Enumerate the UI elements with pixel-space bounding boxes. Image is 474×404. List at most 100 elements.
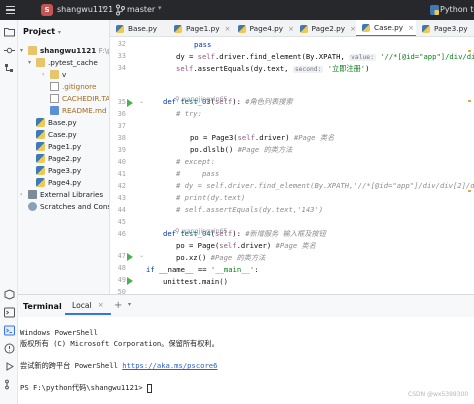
file-icon: [50, 93, 59, 103]
code-line: # self.assertEquals(dy.text,'143'): [176, 205, 324, 214]
editor-gutter: 32 33 34 35 ⌄ 36 37 38 39 40 41 42 43 44…: [110, 37, 146, 296]
branch-switcher[interactable]: master: [127, 5, 155, 14]
more-icon[interactable]: [3, 68, 15, 80]
line-number: 36: [117, 110, 126, 118]
tree-item-cachedir[interactable]: CACHEDIR.TA: [50, 92, 109, 104]
python-file-icon: [362, 23, 370, 32]
folder-icon: [28, 45, 37, 55]
python-file-icon: [36, 129, 45, 139]
tab-page1-py[interactable]: Page1.py ×: [168, 20, 232, 36]
close-icon[interactable]: ×: [98, 301, 104, 309]
branch-icon: [116, 4, 125, 16]
tab-page3-py[interactable]: Page3.py: [416, 20, 474, 36]
main-menu-icon[interactable]: [6, 4, 16, 16]
code-line: unittest.main(): [163, 277, 228, 286]
file-icon: [50, 81, 59, 91]
terminal-icon[interactable]: [3, 324, 15, 336]
python-file-icon: [174, 24, 182, 33]
commit-icon[interactable]: [3, 44, 15, 56]
project-panel-title[interactable]: Project ▾: [23, 27, 61, 36]
line-number: 33: [117, 52, 126, 60]
tree-item-page3-py[interactable]: Page3.py: [36, 164, 81, 176]
code-line: self.assertEquals(dy.text, second: '立即注册…: [176, 64, 370, 73]
tree-item-scratches[interactable]: Scratches and Cons: [28, 200, 109, 212]
tree-item-v[interactable]: › v: [42, 68, 66, 80]
problems-icon[interactable]: [3, 342, 15, 354]
tree-item-page1-py[interactable]: Page1.py: [36, 140, 81, 152]
tree-item-project-root[interactable]: ▾ shangwu1121 F:\py: [20, 44, 109, 56]
parameter-hint: value:: [349, 54, 376, 61]
terminal-header: Terminal Local × + ▾: [18, 295, 474, 317]
editor-tab-bar: Base.py Page1.py × Page4.py × Page2.py × Ca…: [110, 20, 474, 37]
code-line: # except:: [176, 157, 215, 166]
python-file-icon: [36, 177, 45, 187]
folder-icon[interactable]: [3, 26, 15, 38]
chevron-down-icon[interactable]: ▾: [102, 4, 106, 12]
tree-item-page2-py[interactable]: Page2.py: [36, 152, 81, 164]
tool-window-strip: [0, 20, 18, 404]
line-number: 42: [117, 182, 126, 190]
project-badge[interactable]: S: [41, 4, 53, 16]
line-number: 38: [117, 134, 126, 142]
close-icon[interactable]: ×: [225, 25, 231, 33]
run-main-icon[interactable]: [127, 277, 133, 285]
chevron-down-icon[interactable]: ▾: [128, 301, 131, 308]
text-cursor: [146, 383, 152, 393]
python-file-icon: [36, 141, 45, 151]
run-configuration[interactable]: Python tes: [440, 5, 474, 14]
chevron-down-icon[interactable]: ▾: [28, 59, 36, 66]
chevron-down-icon[interactable]: ▾: [20, 47, 28, 54]
tree-item-base-py[interactable]: Base.py: [36, 116, 77, 128]
tab-base-py[interactable]: Base.py: [110, 20, 168, 36]
chevron-right-icon[interactable]: ›: [42, 71, 50, 78]
tree-item-page4-py[interactable]: Page4.py: [36, 176, 81, 188]
python-file-icon: [36, 153, 45, 163]
python-packages-icon[interactable]: [3, 288, 15, 300]
code-author-hint[interactable]: ⚲ wangjingxin65: [163, 85, 228, 103]
terminal-title: Terminal: [23, 302, 62, 311]
terminal-tab-local[interactable]: Local ×: [65, 297, 111, 315]
git-icon[interactable]: [3, 378, 15, 390]
line-number: 45: [117, 218, 126, 226]
services-icon[interactable]: [3, 360, 15, 372]
terminal-link[interactable]: https://aka.ms/pscore6: [122, 361, 217, 370]
code-line: if __name__ == '__main__':: [146, 265, 259, 274]
tab-page2-py[interactable]: Page2.py ×: [294, 20, 356, 36]
code-line: po = Page3(self.driver) #Page 类名: [190, 133, 335, 142]
editor-scroll-markers[interactable]: [468, 40, 472, 290]
python-file-icon: [36, 117, 45, 127]
fold-icon[interactable]: ⌄: [139, 252, 144, 259]
run-test-icon[interactable]: [127, 253, 133, 261]
line-number: 34: [117, 64, 126, 72]
tree-item-gitignore[interactable]: .gitignore: [50, 80, 96, 92]
chevron-down-icon[interactable]: ▾: [158, 4, 162, 12]
new-terminal-button[interactable]: +: [114, 300, 122, 311]
code-author-hint[interactable]: ⚲ wangjingxin65: [163, 217, 228, 235]
terminal-line: 尝试新的跨平台 PowerShell https://aka.ms/pscore…: [20, 361, 218, 370]
python-file-icon: [238, 24, 246, 33]
run-test-icon[interactable]: [127, 99, 133, 107]
code-line: def test_04(self): #新增服务 输入框及按钮: [163, 229, 326, 238]
code-line: # try:: [176, 109, 202, 118]
watermark: CSDN @wx5399300: [408, 391, 469, 398]
python-file-icon: [36, 165, 45, 175]
tree-item-case-py[interactable]: Case.py: [36, 128, 77, 140]
code-editor[interactable]: pass dy = self.driver.find_element(By.XP…: [146, 37, 474, 294]
chevron-right-icon[interactable]: ›: [20, 191, 28, 198]
code-line: pass: [194, 40, 212, 49]
parameter-hint: second:: [292, 66, 324, 73]
tab-case-py[interactable]: Case.py ×: [356, 20, 416, 36]
tree-item-pytest-cache[interactable]: ▾ .pytest_cache: [28, 56, 98, 68]
fold-icon[interactable]: ⌄: [139, 98, 144, 105]
terminal-output[interactable]: Windows PowerShell 版权所有 (C) Microsoft Co…: [18, 317, 474, 404]
tab-page4-py[interactable]: Page4.py ×: [232, 20, 294, 36]
python-file-icon: [300, 24, 308, 33]
code-line: po.dlslb() #Page 的类方法: [190, 145, 293, 154]
tree-item-external-libraries[interactable]: › External Libraries: [20, 188, 103, 200]
python-console-icon[interactable]: [3, 306, 15, 318]
folder-icon: [36, 57, 45, 67]
terminal-prompt[interactable]: PS F:\python代码\shangwu1121>: [20, 382, 152, 393]
python-icon: [430, 5, 439, 15]
close-icon[interactable]: ×: [408, 24, 414, 32]
tree-item-readme[interactable]: README.md: [50, 104, 107, 116]
